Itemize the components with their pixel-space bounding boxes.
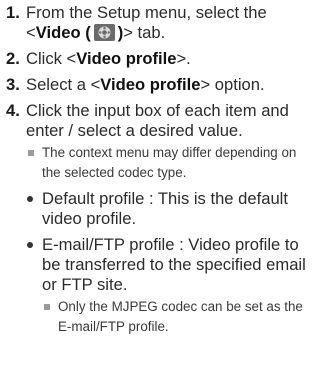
bullet-text-content: E-mail/FTP profile : Video profile to be… (42, 235, 306, 294)
step-body: Click <Video profile>. (26, 49, 312, 69)
step-text: >. (176, 49, 191, 68)
video-profile-label: Video profile (100, 75, 201, 94)
step-number: 4. (6, 101, 20, 120)
step-3: 3. Select a <Video profile> option. (6, 75, 312, 95)
step-number: 1. (6, 3, 20, 22)
step-body: Click the input box of each item and ent… (26, 101, 312, 349)
step-body: From the Setup menu, select the <Video (… (26, 3, 312, 43)
video-camera-icon (93, 24, 115, 41)
bullet-text: E-mail/FTP profile : Video profile to be… (42, 235, 312, 343)
step-text: Click < (26, 49, 77, 68)
note: Only the MJPEG codec can be set as the E… (42, 297, 312, 336)
note-text: The context menu may differ depending on… (42, 145, 297, 180)
bullet-text: Default profile : This is the default vi… (42, 189, 288, 228)
step-1: 1. From the Setup menu, select the <Vide… (6, 3, 312, 43)
step-text: > tab. (123, 23, 166, 42)
step-4: 4. Click the input box of each item and … (6, 101, 312, 349)
step-text: Select a < (26, 75, 101, 94)
step-text: From the Setup menu, select the (26, 3, 267, 22)
video-tab-label: Video ( (35, 23, 91, 42)
note-text: Only the MJPEG codec can be set as the E… (58, 299, 303, 334)
note: The context menu may differ depending on… (26, 143, 312, 182)
bullet-item: Default profile : This is the default vi… (26, 189, 312, 229)
step-2: 2. Click <Video profile>. (6, 49, 312, 69)
bullet-item: E-mail/FTP profile : Video profile to be… (26, 235, 312, 343)
video-profile-label: Video profile (76, 49, 177, 68)
step-number: 3. (6, 75, 20, 94)
step-text: Click the input box of each item and ent… (26, 101, 289, 140)
step-number: 2. (6, 49, 20, 68)
instruction-page: 1. From the Setup menu, select the <Vide… (0, 0, 320, 379)
step-text: < (26, 23, 36, 42)
step-text: > option. (200, 75, 265, 94)
step-body: Select a <Video profile> option. (26, 75, 312, 95)
